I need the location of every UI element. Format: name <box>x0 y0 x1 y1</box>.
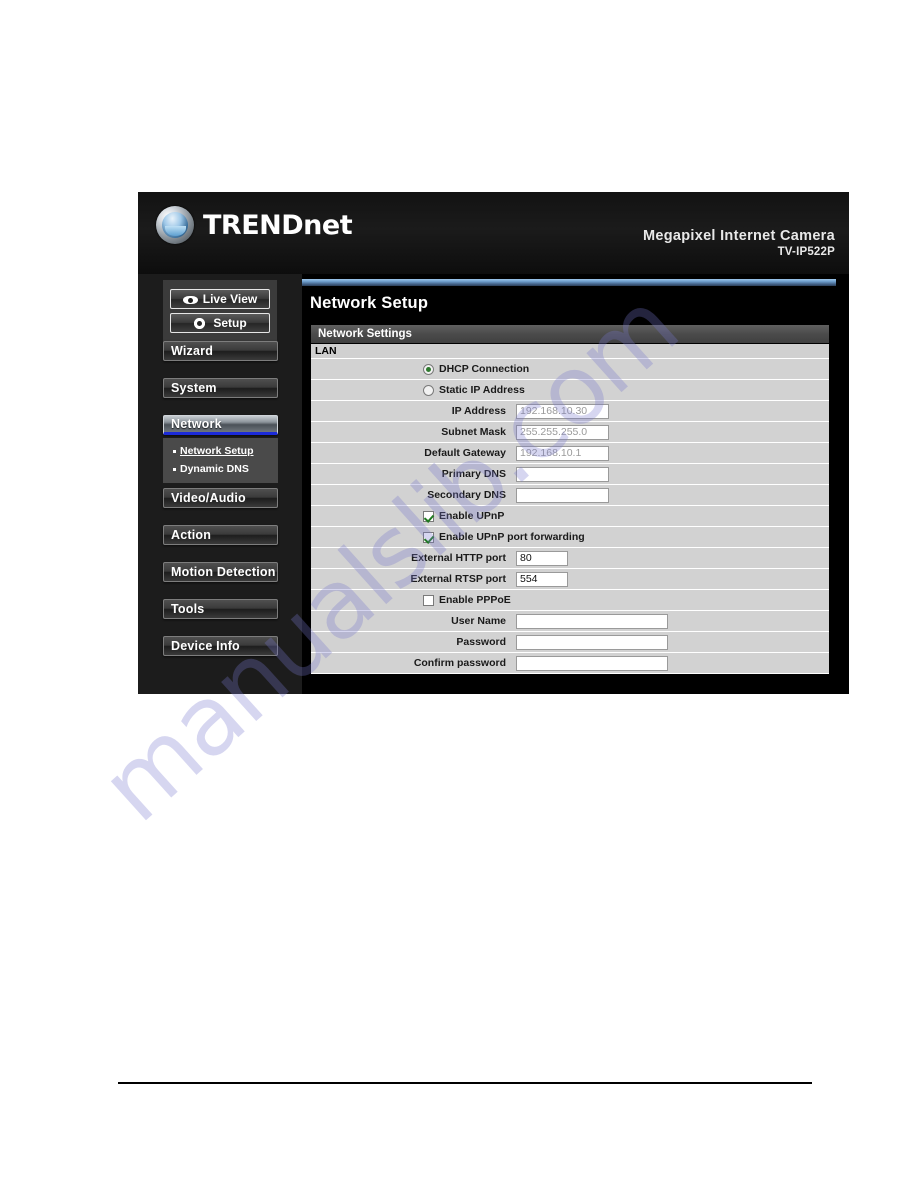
input-external-rtsp-port[interactable]: 554 <box>516 571 568 587</box>
sidebar-label-wizard: Wizard <box>171 344 214 358</box>
row-ip-address: IP Address 192.168.10.30 <box>311 401 829 422</box>
trendnet-logo: TRENDnet <box>156 206 353 244</box>
row-user-name: User Name <box>311 611 829 632</box>
label-dhcp-connection: DHCP Connection <box>439 363 530 375</box>
sidebar-item-network[interactable]: Network <box>163 415 278 435</box>
content-panel: Network Setup Network Settings LAN DHCP … <box>302 274 849 694</box>
sidebar-item-motion-detection[interactable]: Motion Detection <box>163 562 278 582</box>
sidebar-sublabel-dynamic-dns: Dynamic DNS <box>180 463 249 476</box>
row-external-rtsp-port: External RTSP port 554 <box>311 569 829 590</box>
label-ip-address: IP Address <box>451 405 506 417</box>
product-name: Megapixel Internet Camera <box>642 228 835 244</box>
sidebar-submenu-network: Network Setup Dynamic DNS <box>163 438 278 484</box>
row-secondary-dns: Secondary DNS <box>311 485 829 506</box>
sidebar-label-motion-detection: Motion Detection <box>171 565 276 579</box>
gear-icon <box>193 317 208 330</box>
checkbox-enable-upnp-port-forwarding[interactable] <box>423 531 434 543</box>
label-external-http-port: External HTTP port <box>411 552 506 564</box>
label-subnet-mask: Subnet Mask <box>441 426 506 438</box>
footer-rule <box>118 1082 812 1084</box>
sidebar-label-device-info: Device Info <box>171 639 240 653</box>
sidebar-subitem-dynamic-dns[interactable]: Dynamic DNS <box>163 460 278 478</box>
sidebar-label-network: Network <box>171 417 222 431</box>
label-enable-upnp-port-forwarding: Enable UPnP port forwarding <box>439 531 585 543</box>
label-external-rtsp-port: External RTSP port <box>410 573 507 585</box>
trendnet-logo-text: TRENDnet <box>203 209 353 241</box>
label-primary-dns: Primary DNS <box>441 468 506 480</box>
trendnet-logo-icon <box>156 206 194 244</box>
row-password: Password <box>311 632 829 653</box>
input-subnet-mask[interactable]: 255.255.255.0 <box>516 424 609 440</box>
page-title: Network Setup <box>310 294 429 312</box>
label-confirm-password: Confirm password <box>413 657 506 669</box>
sidebar-label-action: Action <box>171 528 212 542</box>
sidebar-item-tools[interactable]: Tools <box>163 599 278 619</box>
bullet-icon <box>173 467 176 471</box>
sidebar-item-device-info[interactable]: Device Info <box>163 636 278 656</box>
label-enable-upnp: Enable UPnP <box>439 510 505 522</box>
sidebar-label-tools: Tools <box>171 602 205 616</box>
sidebar: Live View Setup Wizard System Network Ne… <box>138 274 302 694</box>
accent-bar <box>302 279 836 286</box>
radio-static-ip-address[interactable] <box>423 384 434 396</box>
checkbox-enable-pppoe[interactable] <box>423 594 434 606</box>
row-enable-upnp-port-forwarding[interactable]: Enable UPnP port forwarding <box>311 527 829 548</box>
product-model: TV-IP522P <box>777 246 835 258</box>
row-subnet-mask: Subnet Mask 255.255.255.0 <box>311 422 829 443</box>
input-primary-dns[interactable] <box>516 466 609 482</box>
label-static-ip-address: Static IP Address <box>439 384 525 396</box>
eye-icon <box>182 293 198 306</box>
sidebar-mode-switch: Live View Setup <box>163 280 277 346</box>
setup-label: Setup <box>213 316 247 330</box>
sidebar-label-system: System <box>171 381 217 395</box>
section-header: Network Settings <box>311 325 829 344</box>
bullet-icon <box>173 449 176 453</box>
input-user-name[interactable] <box>516 613 668 629</box>
label-secondary-dns: Secondary DNS <box>427 489 506 501</box>
product-info: Megapixel Internet Camera TV-IP522P <box>643 228 835 258</box>
radio-dhcp-connection[interactable] <box>423 363 434 375</box>
sidebar-item-action[interactable]: Action <box>163 525 278 545</box>
row-static-ip[interactable]: Static IP Address <box>311 380 829 401</box>
live-view-label: Live View <box>202 292 258 306</box>
input-secondary-dns[interactable] <box>516 487 609 503</box>
row-confirm-password: Confirm password <box>311 653 829 674</box>
input-confirm-password[interactable] <box>516 655 668 671</box>
sidebar-item-wizard[interactable]: Wizard <box>163 341 278 361</box>
input-ip-address[interactable]: 192.168.10.30 <box>516 403 609 419</box>
live-view-button[interactable]: Live View <box>170 289 270 309</box>
sidebar-item-system[interactable]: System <box>163 378 278 398</box>
sidebar-sublabel-network-setup: Network Setup <box>180 445 254 457</box>
sidebar-item-video-audio[interactable]: Video/Audio <box>163 488 278 508</box>
label-default-gateway: Default Gateway <box>424 447 506 459</box>
row-primary-dns: Primary DNS <box>311 464 829 485</box>
label-enable-pppoe: Enable PPPoE <box>439 594 511 606</box>
group-label-lan: LAN <box>311 344 829 359</box>
brand-banner: TRENDnet Megapixel Internet Camera TV-IP… <box>138 192 849 274</box>
network-settings-form: Network Settings LAN DHCP Connection Sta… <box>310 324 830 675</box>
row-enable-upnp[interactable]: Enable UPnP <box>311 506 829 527</box>
sidebar-subitem-network-setup[interactable]: Network Setup <box>163 442 278 460</box>
input-default-gateway[interactable]: 192.168.10.1 <box>516 445 609 461</box>
label-password: Password <box>456 636 506 648</box>
input-external-http-port[interactable]: 80 <box>516 550 568 566</box>
camera-web-ui-window: TRENDnet Megapixel Internet Camera TV-IP… <box>138 192 849 694</box>
setup-button[interactable]: Setup <box>170 313 270 333</box>
checkbox-enable-upnp[interactable] <box>423 510 434 522</box>
row-dhcp-connection[interactable]: DHCP Connection <box>311 359 829 380</box>
row-external-http-port: External HTTP port 80 <box>311 548 829 569</box>
input-password[interactable] <box>516 634 668 650</box>
label-user-name: User Name <box>451 615 506 627</box>
row-enable-pppoe[interactable]: Enable PPPoE <box>311 590 829 611</box>
sidebar-label-video-audio: Video/Audio <box>171 491 246 505</box>
row-default-gateway: Default Gateway 192.168.10.1 <box>311 443 829 464</box>
